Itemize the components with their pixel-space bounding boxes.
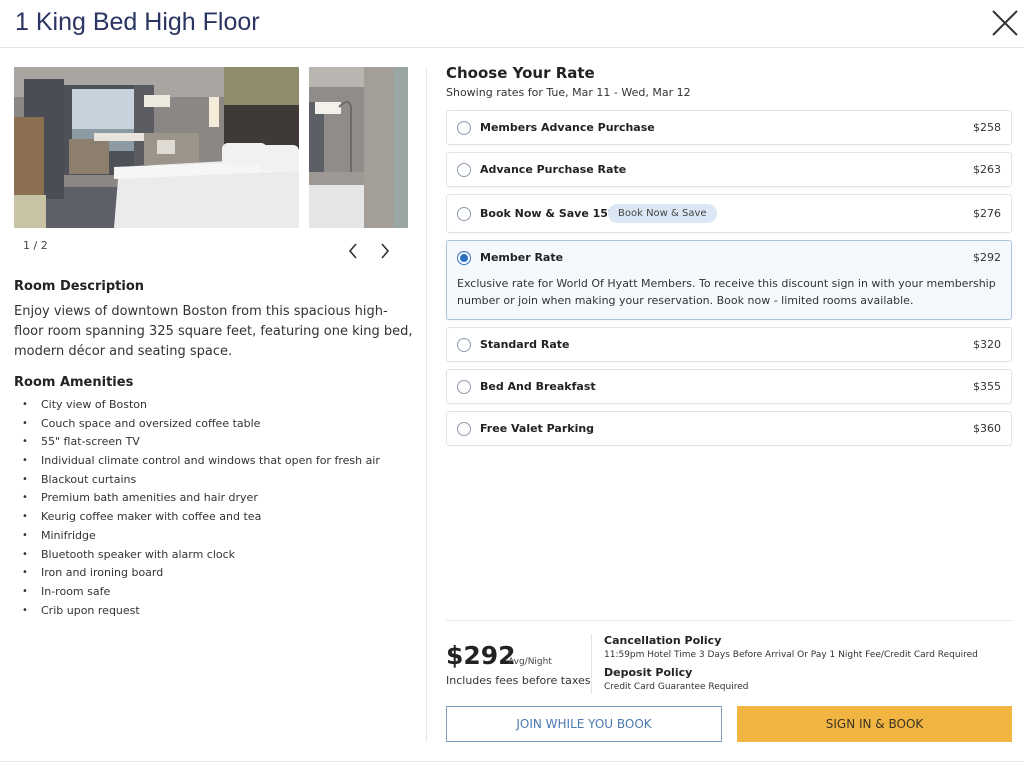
gallery-next-button[interactable] bbox=[376, 241, 394, 261]
amenity-item: 55" flat-screen TV bbox=[22, 433, 380, 452]
radio-button[interactable] bbox=[457, 422, 471, 436]
close-button[interactable] bbox=[990, 8, 1020, 38]
rate-name: Book Now & Save 15% bbox=[480, 207, 619, 220]
summary-separator bbox=[591, 634, 592, 694]
rate-name: Free Valet Parking bbox=[480, 422, 595, 435]
amenity-item: Premium bath amenities and hair dryer bbox=[22, 489, 380, 508]
rate-price: $276 bbox=[973, 207, 1001, 220]
rate-detail-text: Exclusive rate for World Of Hyatt Member… bbox=[457, 277, 996, 307]
room-description-heading: Room Description bbox=[14, 279, 145, 294]
price-unit: Avg/Night bbox=[508, 657, 552, 667]
sign-in-and-book-button[interactable]: SIGN IN & BOOK bbox=[737, 706, 1012, 742]
rate-option-bed-and-breakfast[interactable]: Bed And Breakfast $355 bbox=[446, 369, 1012, 404]
rate-option-free-valet-parking[interactable]: Free Valet Parking $360 bbox=[446, 411, 1012, 446]
radio-button[interactable] bbox=[457, 121, 471, 135]
rate-dates: Showing rates for Tue, Mar 11 - Wed, Mar… bbox=[446, 86, 691, 99]
close-icon bbox=[992, 10, 1018, 36]
rate-name: Standard Rate bbox=[480, 338, 570, 351]
radio-button-selected[interactable] bbox=[457, 251, 471, 265]
rate-price: $360 bbox=[973, 422, 1001, 435]
rate-option-standard-rate[interactable]: Standard Rate $320 bbox=[446, 327, 1012, 362]
rate-option-advance-purchase[interactable]: Advance Purchase Rate $263 bbox=[446, 152, 1012, 187]
chevron-right-icon bbox=[381, 243, 390, 259]
choose-rate-heading: Choose Your Rate bbox=[446, 64, 595, 82]
gallery-counter: 1 / 2 bbox=[23, 239, 48, 252]
rate-price: $258 bbox=[973, 121, 1001, 134]
radio-button[interactable] bbox=[457, 380, 471, 394]
rate-price: $355 bbox=[973, 380, 1001, 393]
rate-options-list: Members Advance Purchase $258 Advance Pu… bbox=[446, 110, 1012, 453]
rate-option-member-rate[interactable]: Member Rate $292 Exclusive rate for Worl… bbox=[446, 240, 1012, 320]
amenities-list: City view of Boston Couch space and over… bbox=[22, 396, 380, 620]
deposit-policy-text: Credit Card Guarantee Required bbox=[604, 682, 749, 692]
amenity-item: Blackout curtains bbox=[22, 471, 380, 490]
cancellation-policy-text: 11:59pm Hotel Time 3 Days Before Arrival… bbox=[604, 650, 978, 660]
column-divider bbox=[426, 67, 427, 742]
total-price: $292 bbox=[446, 641, 516, 670]
cancellation-policy-heading: Cancellation Policy bbox=[604, 634, 722, 647]
radio-button[interactable] bbox=[457, 338, 471, 352]
radio-button[interactable] bbox=[457, 163, 471, 177]
summary-divider bbox=[446, 620, 1012, 621]
rate-option-members-advance-purchase[interactable]: Members Advance Purchase $258 bbox=[446, 110, 1012, 145]
amenity-item: Crib upon request bbox=[22, 602, 380, 621]
amenity-item: City view of Boston bbox=[22, 396, 380, 415]
fees-note: Includes fees before taxes bbox=[446, 674, 591, 687]
rate-badge: Book Now & Save bbox=[608, 204, 717, 223]
rate-option-book-now-save[interactable]: Book Now & Save 15% Book Now & Save $276 bbox=[446, 194, 1012, 233]
join-while-you-book-button[interactable]: JOIN WHILE YOU BOOK bbox=[446, 706, 722, 742]
chevron-left-icon bbox=[348, 243, 357, 259]
amenity-item: Keurig coffee maker with coffee and tea bbox=[22, 508, 380, 527]
rate-name: Advance Purchase Rate bbox=[480, 163, 627, 176]
rate-price: $320 bbox=[973, 338, 1001, 351]
rate-price: $292 bbox=[973, 251, 1001, 264]
amenity-item: Couch space and oversized coffee table bbox=[22, 415, 380, 434]
room-amenities-heading: Room Amenities bbox=[14, 375, 134, 390]
room-description-text: Enjoy views of downtown Boston from this… bbox=[14, 304, 413, 359]
amenity-item: Individual climate control and windows t… bbox=[22, 452, 380, 471]
amenity-item: Minifridge bbox=[22, 527, 380, 546]
rate-name: Members Advance Purchase bbox=[480, 121, 655, 134]
photo-gallery[interactable] bbox=[14, 67, 408, 228]
bottom-divider bbox=[0, 761, 1024, 762]
modal-header: 1 King Bed High Floor bbox=[0, 0, 1024, 48]
rate-price: $263 bbox=[973, 163, 1001, 176]
rate-name: Bed And Breakfast bbox=[480, 380, 596, 393]
room-title: 1 King Bed High Floor bbox=[15, 8, 260, 36]
hotel-room-lamp-couch-photo bbox=[309, 67, 408, 228]
amenity-item: Bluetooth speaker with alarm clock bbox=[22, 546, 380, 565]
hotel-room-king-bed-photo bbox=[14, 67, 299, 228]
radio-button[interactable] bbox=[457, 207, 471, 221]
amenity-item: In-room safe bbox=[22, 583, 380, 602]
gallery-prev-button[interactable] bbox=[344, 241, 362, 261]
deposit-policy-heading: Deposit Policy bbox=[604, 666, 693, 679]
rate-name: Member Rate bbox=[480, 251, 564, 264]
amenity-item: Iron and ironing board bbox=[22, 564, 380, 583]
